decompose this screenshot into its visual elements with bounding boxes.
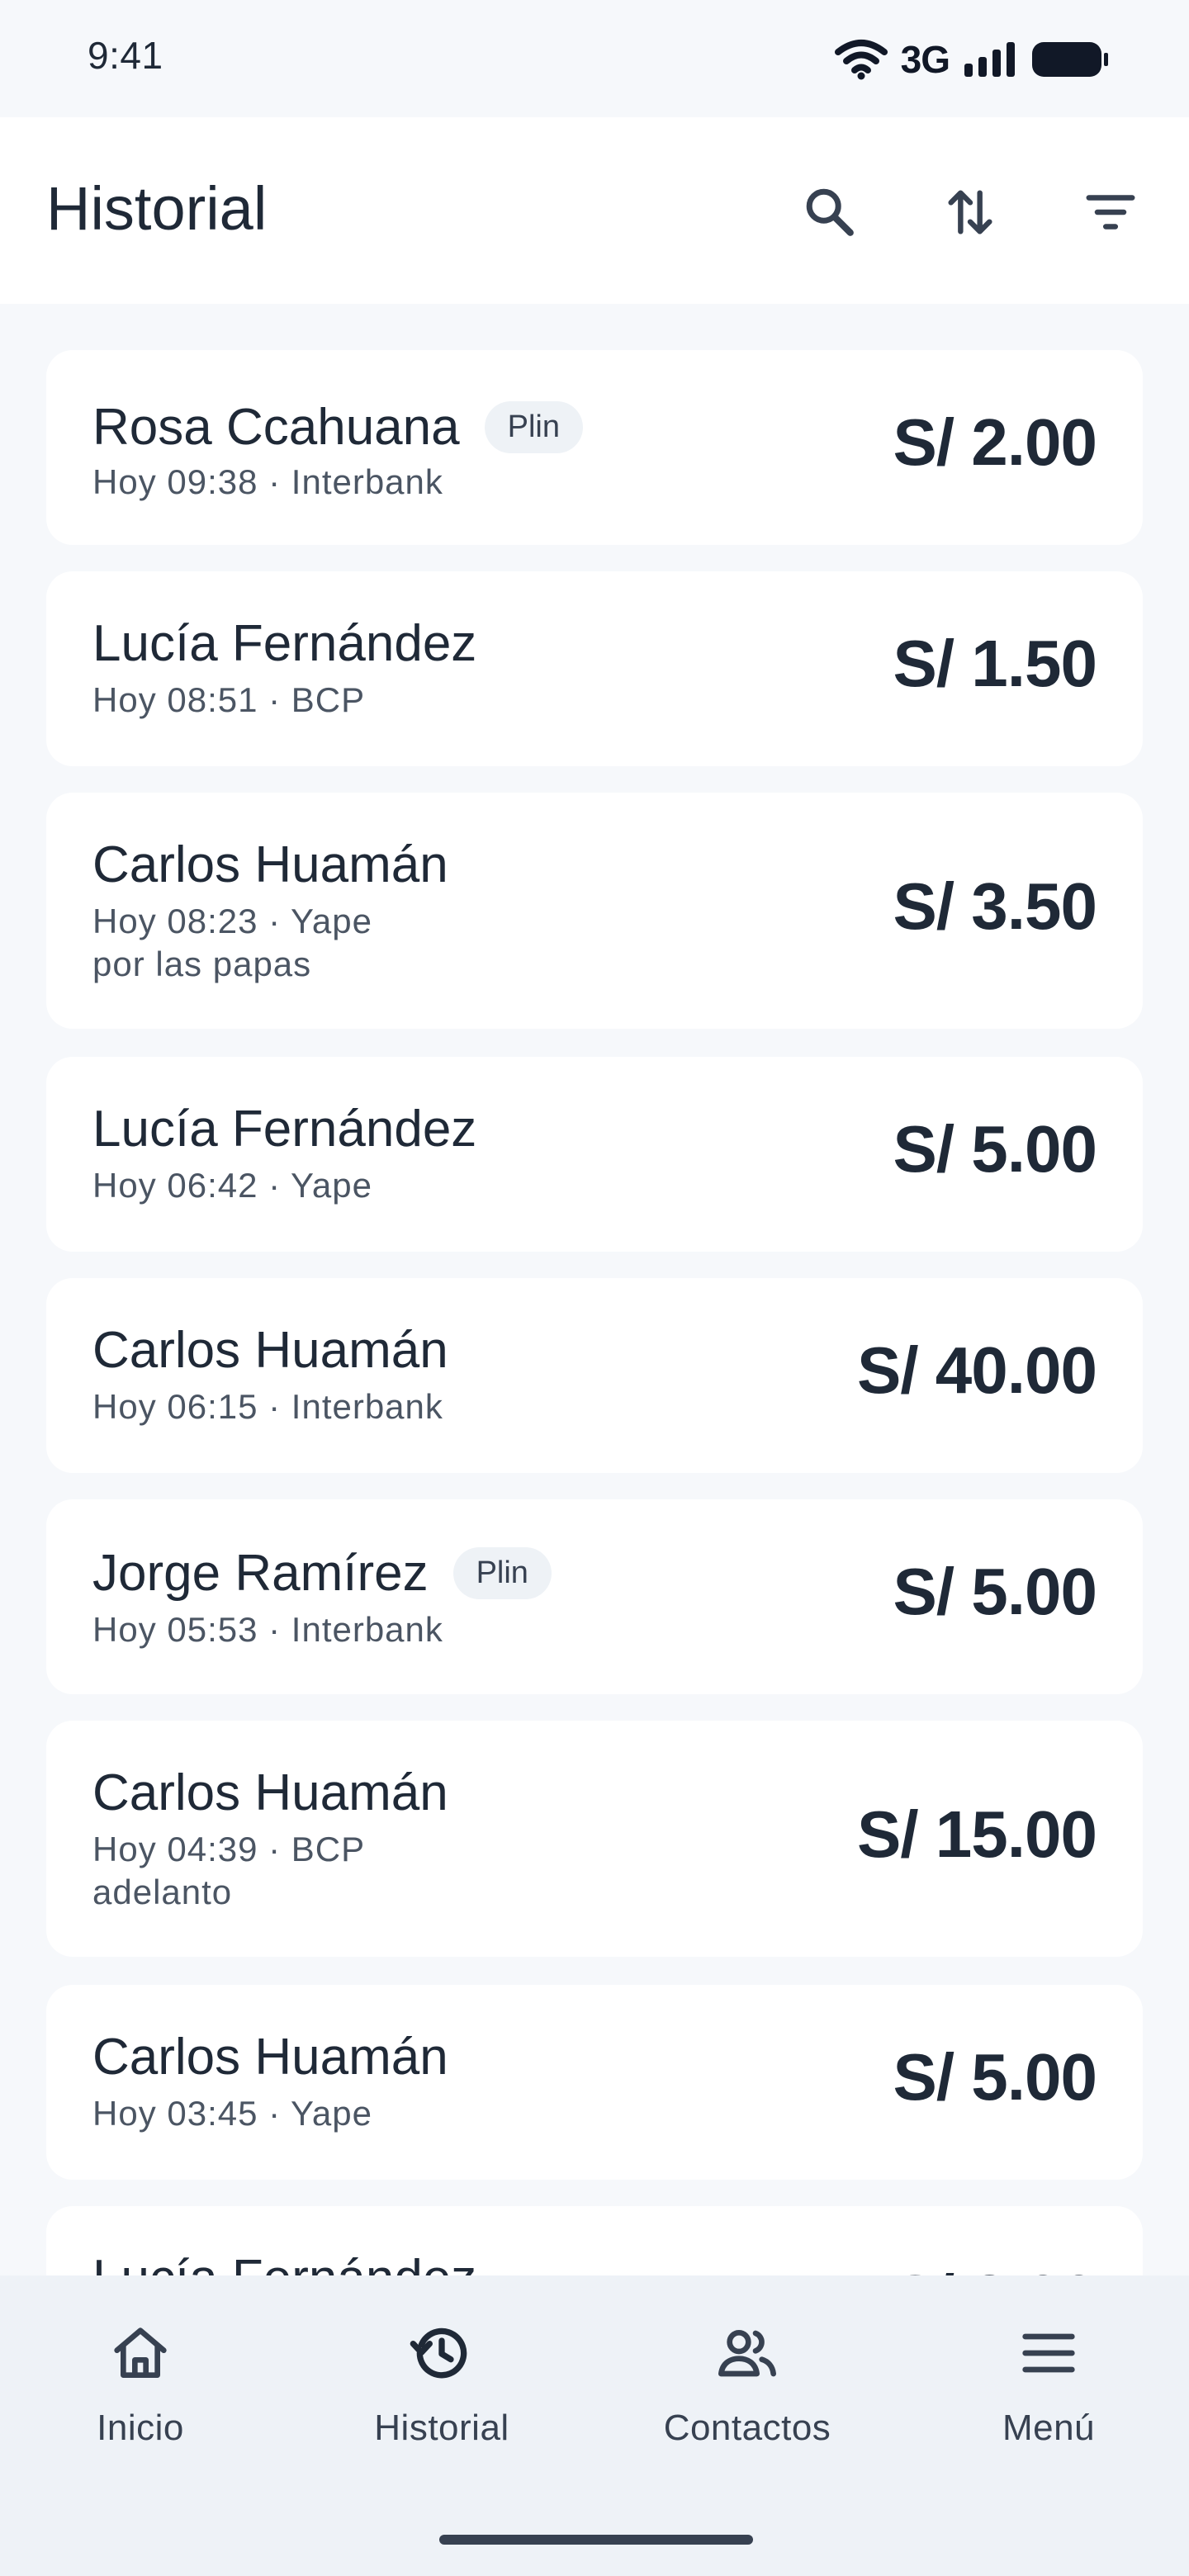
name-line: Carlos Huamán bbox=[92, 1764, 448, 1822]
transaction-note: por las papas bbox=[92, 945, 312, 983]
name-line: Lucía Fernández bbox=[92, 1100, 476, 1158]
sort-button[interactable] bbox=[933, 175, 1007, 249]
contact-name: Lucía Fernández bbox=[92, 615, 477, 672]
nav-item-menu[interactable]: Menú bbox=[908, 2320, 1189, 2469]
sort-icon bbox=[948, 190, 992, 234]
transaction-card[interactable]: Carlos Huamán Hoy 06:15 · Interbank S/ 4… bbox=[46, 1278, 1143, 1473]
plin-badge: Plin bbox=[484, 401, 584, 453]
transaction-meta: Hoy 03:45 · Yape bbox=[92, 2094, 372, 2133]
transaction-card[interactable]: Carlos Huamán Hoy 03:45 · Yape S/ 5.00 bbox=[46, 1985, 1143, 2180]
history-icon bbox=[410, 2327, 467, 2379]
contact-name: Jorge Ramírez bbox=[92, 1545, 429, 1602]
transaction-amount: S/ 3.50 bbox=[893, 869, 1097, 943]
transaction-amount: S/ 1.50 bbox=[893, 627, 1097, 700]
transaction-card[interactable]: Jorge Ramírez Plin Hoy 05:53 · Interbank… bbox=[46, 1499, 1143, 1694]
nav-label: Contactos bbox=[663, 2408, 831, 2448]
transaction-amount: S/ 2.00 bbox=[893, 405, 1097, 479]
contact-name: Rosa Ccahuana bbox=[92, 399, 460, 456]
wifi-icon bbox=[834, 40, 888, 80]
contact-name: Carlos Huamán bbox=[92, 2029, 448, 2086]
name-line: Carlos Huamán bbox=[92, 836, 448, 894]
transaction-amount: S/ 15.00 bbox=[856, 1797, 1097, 1871]
contact-name: Carlos Huamán bbox=[92, 1322, 448, 1379]
contact-name: Lucía Fernández bbox=[92, 1101, 477, 1158]
transaction-amount: S/ 40.00 bbox=[856, 1333, 1097, 1407]
transaction-meta: Hoy 05:53 · Interbank bbox=[92, 1610, 443, 1649]
nav-label: Inicio bbox=[97, 2408, 184, 2448]
filter-icon bbox=[1086, 195, 1135, 230]
search-icon bbox=[806, 188, 854, 236]
status-icons: 3G bbox=[834, 36, 1110, 83]
plin-badge: Plin bbox=[452, 1547, 552, 1599]
transaction-meta: Hoy 04:39 · BCP bbox=[92, 1830, 366, 1868]
contact-name: Carlos Huamán bbox=[92, 836, 448, 893]
signal-icon bbox=[964, 42, 1015, 77]
name-line: Carlos Huamán bbox=[92, 1321, 448, 1380]
network-type: 3G bbox=[900, 38, 950, 81]
transaction-card[interactable]: Lucía Fernández Hoy 06:42 · Yape S/ 5.00 bbox=[46, 1057, 1143, 1252]
nav-label: Historial bbox=[374, 2408, 509, 2448]
transaction-card[interactable]: Lucía Fernández Hoy 08:51 · BCP S/ 1.50 bbox=[46, 571, 1143, 766]
name-line: Carlos Huamán bbox=[92, 2028, 448, 2086]
transaction-meta: Hoy 06:42 · Yape bbox=[92, 1166, 372, 1205]
nav-item-inicio[interactable]: Inicio bbox=[0, 2320, 281, 2469]
contact-name: Carlos Huamán bbox=[92, 1764, 448, 1821]
transaction-meta: Hoy 09:38 · Interbank bbox=[92, 462, 443, 501]
nav-item-contactos[interactable]: Contactos bbox=[607, 2320, 888, 2469]
name-line: Rosa Ccahuana Plin bbox=[92, 398, 584, 457]
home-icon bbox=[114, 2327, 167, 2378]
home-indicator bbox=[439, 2535, 753, 2545]
transaction-meta: Hoy 08:51 · BCP bbox=[92, 680, 366, 719]
transaction-card[interactable]: Carlos Huamán Hoy 04:39 · BCP adelanto S… bbox=[46, 1721, 1143, 1957]
transaction-amount: S/ 5.00 bbox=[893, 2040, 1097, 2114]
transaction-meta: Hoy 08:23 · Yape bbox=[92, 902, 372, 940]
menu-icon bbox=[1022, 2333, 1075, 2373]
search-button[interactable] bbox=[793, 175, 867, 249]
name-line: Lucía Fernández bbox=[92, 614, 476, 673]
nav-label: Menú bbox=[1002, 2408, 1096, 2448]
name-line: Jorge Ramírez Plin bbox=[92, 1544, 552, 1603]
transaction-meta: Hoy 06:15 · Interbank bbox=[92, 1387, 443, 1426]
status-bar: 9:41 3G bbox=[0, 0, 1189, 116]
transaction-card[interactable]: Rosa Ccahuana Plin Hoy 09:38 · Interbank… bbox=[46, 350, 1143, 545]
transaction-note: adelanto bbox=[92, 1873, 233, 1911]
transaction-amount: S/ 5.00 bbox=[893, 1112, 1097, 1186]
contacts-icon bbox=[718, 2329, 776, 2377]
nav-item-historial[interactable]: Historial bbox=[301, 2320, 582, 2469]
page-title: Historial bbox=[46, 174, 268, 243]
battery-icon bbox=[1032, 42, 1108, 77]
transaction-card[interactable]: Carlos Huamán Hoy 08:23 · Yape por las p… bbox=[46, 793, 1143, 1029]
status-time: 9:41 bbox=[88, 34, 163, 77]
transaction-amount: S/ 5.00 bbox=[893, 1555, 1097, 1628]
filter-button[interactable] bbox=[1073, 175, 1148, 249]
